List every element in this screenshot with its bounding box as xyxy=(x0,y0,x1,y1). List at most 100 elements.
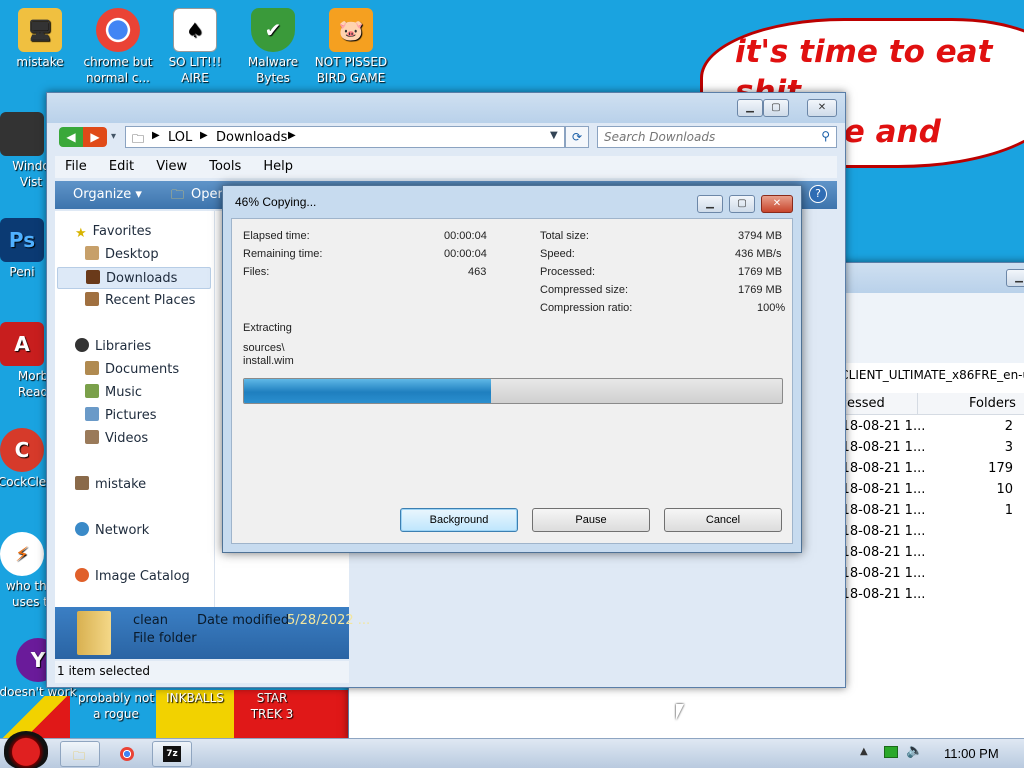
ratio-label: Compression ratio: xyxy=(540,302,633,314)
maximize-button[interactable]: ▢ xyxy=(763,99,789,117)
shield-icon: ✔ xyxy=(251,8,295,52)
start-button[interactable] xyxy=(4,731,48,768)
nav-network[interactable]: Network xyxy=(75,520,149,542)
downloads-icon xyxy=(86,270,100,284)
taskbar-explorer-button[interactable]: 🗀 xyxy=(60,741,100,767)
search-input[interactable] xyxy=(604,127,814,147)
network-tray-icon[interactable] xyxy=(884,746,898,758)
star-icon: ★ xyxy=(75,226,87,241)
nav-downloads[interactable]: Downloads xyxy=(57,267,211,289)
minimize-button[interactable]: ▁ xyxy=(737,99,763,117)
cell-folders: 10 xyxy=(996,482,1013,497)
current-file: install.wim xyxy=(243,355,294,367)
recent-pages-icon[interactable]: ▾ xyxy=(111,131,116,142)
processed-label: Processed: xyxy=(540,266,596,278)
nav-pictures[interactable]: Pictures xyxy=(85,405,156,427)
organize-button[interactable]: Organize ▾ xyxy=(73,187,142,202)
nav-libraries[interactable]: Libraries xyxy=(75,336,151,358)
menu-file[interactable]: File xyxy=(65,159,87,174)
videos-icon xyxy=(85,430,99,444)
nav-recent-places[interactable]: Recent Places xyxy=(85,290,195,312)
open-folder-icon: 🗀 xyxy=(171,188,185,203)
breadcrumb-arrow-icon: ▶ xyxy=(200,130,208,141)
menu-view[interactable]: View xyxy=(156,159,187,174)
copy-progress-dialog[interactable]: 46% Copying... ▁ ▢ ✕ Elapsed time: 00:00… xyxy=(222,185,802,553)
documents-icon xyxy=(85,361,99,375)
dialog-close-button[interactable]: ✕ xyxy=(761,195,793,213)
dialog-minimize-button[interactable]: ▁ xyxy=(697,195,723,213)
nav-documents[interactable]: Documents xyxy=(85,359,179,381)
cell-folders: 2 xyxy=(1004,419,1013,434)
refresh-button[interactable]: ⟳ xyxy=(565,126,589,148)
photoshop-icon: Ps xyxy=(0,218,44,262)
menu-edit[interactable]: Edit xyxy=(109,159,134,174)
desktop-icon-bird-game[interactable]: 🐷 NOT PISSED BIRD GAME xyxy=(311,8,391,86)
forward-button[interactable]: ▶ xyxy=(83,127,107,147)
processed-value: 1769 MB xyxy=(738,266,783,278)
speed-label: Speed: xyxy=(540,248,575,260)
7zip-icon: 7z xyxy=(163,746,181,762)
cell-folders: 179 xyxy=(988,461,1013,476)
computer-icon: 🖥 xyxy=(18,8,62,52)
mouse-cursor-icon xyxy=(676,704,684,720)
desktop-icon-malwarebytes[interactable]: ✔ Malware Bytes xyxy=(233,8,313,86)
bin-icon xyxy=(0,112,44,156)
nav-videos[interactable]: Videos xyxy=(85,428,148,450)
desktop-icon-chrome[interactable]: chrome but normal c... xyxy=(78,8,158,86)
search-box[interactable]: ⚲ xyxy=(597,126,837,148)
desktop-icon-solitaire[interactable]: ♠ SO LIT!!! AIRE xyxy=(155,8,235,86)
chrome-icon xyxy=(120,747,134,761)
network-icon xyxy=(75,522,89,536)
taskbar-chrome-button[interactable] xyxy=(106,741,146,767)
taskbar-7zip-button[interactable]: 7z xyxy=(152,741,192,767)
breadcrumb-downloads[interactable]: Downloads xyxy=(216,130,287,145)
address-dropdown-icon[interactable]: ▼ xyxy=(550,130,558,141)
remaining-label: Remaining time: xyxy=(243,248,323,260)
column-folders[interactable]: Folders xyxy=(969,396,1016,411)
archive-minimize-button[interactable]: ▁ xyxy=(1006,269,1024,287)
clock[interactable]: 11:00 PM xyxy=(944,746,999,761)
help-icon[interactable]: ? xyxy=(809,185,827,203)
details-pane: clean File folder Date modified: 5/28/20… xyxy=(55,607,370,659)
volume-icon[interactable]: 🔈 xyxy=(906,743,923,759)
dialog-title: 46% Copying... xyxy=(235,195,317,209)
nav-mistake[interactable]: mistake xyxy=(75,474,146,496)
nav-image-catalog[interactable]: Image Catalog xyxy=(75,566,190,588)
search-icon[interactable]: ⚲ xyxy=(821,129,830,143)
menu-tools[interactable]: Tools xyxy=(209,159,241,174)
details-date-value: 5/28/2022 ... xyxy=(287,613,371,628)
breadcrumb-arrow-icon: ▶ xyxy=(288,130,296,141)
close-button[interactable]: ✕ xyxy=(807,99,837,117)
show-hidden-icons[interactable]: ▲ xyxy=(860,746,868,757)
homegroup-icon xyxy=(75,476,89,490)
navigation-pane: ★ Favorites Desktop Downloads Recent Plac… xyxy=(55,211,215,607)
total-size-label: Total size: xyxy=(540,230,589,242)
explorer-titlebar[interactable] xyxy=(47,93,845,123)
files-label: Files: xyxy=(243,266,270,278)
pause-button[interactable]: Pause xyxy=(532,508,650,532)
menu-help[interactable]: Help xyxy=(263,159,293,174)
ratio-value: 100% xyxy=(757,302,786,314)
progress-bar xyxy=(243,378,783,404)
desktop-icon-star-trek[interactable]: STAR TREK 3 xyxy=(232,690,312,722)
back-button[interactable]: ◀ xyxy=(59,127,83,147)
folder-icon: 🗀 xyxy=(73,749,86,763)
breadcrumb-lol[interactable]: LOL xyxy=(168,130,192,145)
background-button[interactable]: Background xyxy=(400,508,518,532)
operation-label: Extracting xyxy=(243,322,292,334)
status-bar: 1 item selected xyxy=(55,661,349,683)
lightning-icon: ⚡ xyxy=(0,532,44,576)
status-text: 1 item selected xyxy=(57,664,151,678)
nav-music[interactable]: Music xyxy=(85,382,142,404)
menu-bar: File Edit View Tools Help xyxy=(55,156,837,178)
cancel-button[interactable]: Cancel xyxy=(664,508,782,532)
open-button[interactable]: Open xyxy=(191,187,226,202)
nav-favorites[interactable]: ★ Favorites xyxy=(75,221,151,243)
address-bar[interactable]: 🗀 ▶ LOL ▶ Downloads ▶ ▼ xyxy=(125,126,565,148)
desktop-icon-inkballs[interactable]: INKBALLS xyxy=(155,690,235,706)
desktop-icon-probably[interactable]: probably not a rogue xyxy=(76,690,156,722)
cell-folders: 3 xyxy=(1004,440,1013,455)
nav-desktop[interactable]: Desktop xyxy=(85,244,159,266)
desktop-icon-mistake[interactable]: 🖥 mistake xyxy=(0,8,80,70)
dialog-maximize-button[interactable]: ▢ xyxy=(729,195,755,213)
